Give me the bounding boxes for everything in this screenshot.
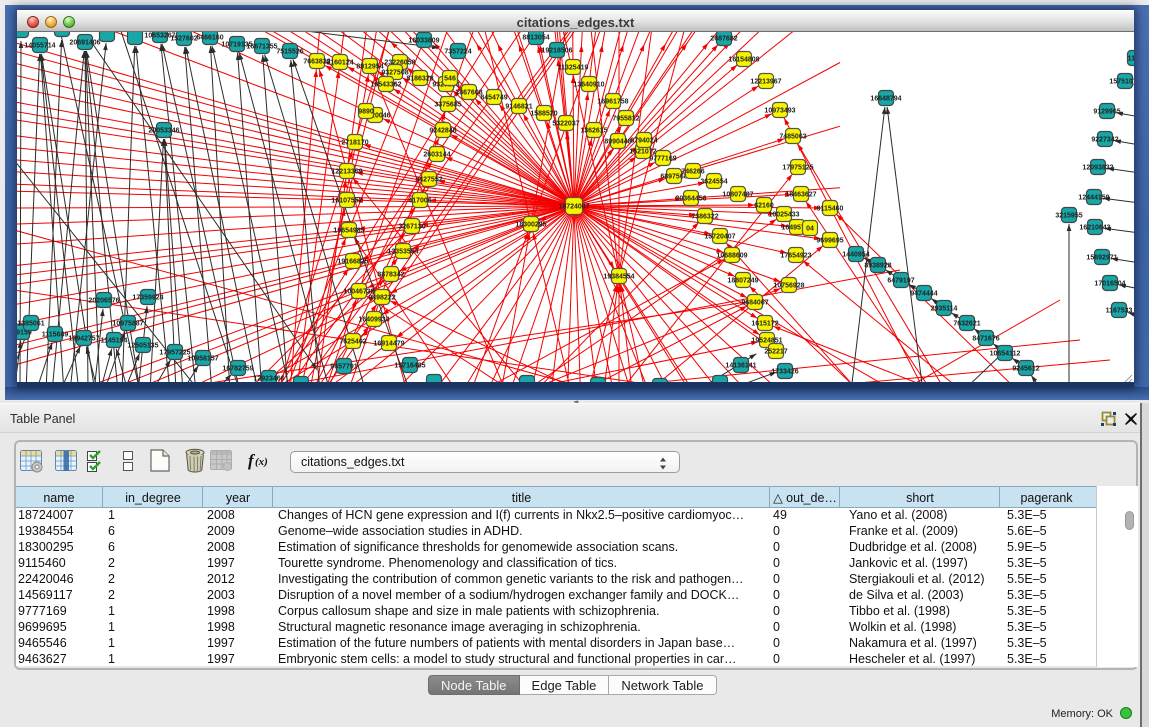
svg-text:9227342: 9227342 bbox=[1091, 136, 1118, 143]
svg-text:2935114: 2935114 bbox=[931, 305, 958, 312]
svg-text:12444159: 12444159 bbox=[1078, 194, 1109, 201]
svg-text:2603144: 2603144 bbox=[423, 151, 450, 158]
svg-text:6479197: 6479197 bbox=[887, 277, 914, 284]
svg-text:16210643: 16210643 bbox=[1079, 224, 1110, 231]
svg-text:16154808: 16154808 bbox=[728, 56, 759, 63]
svg-text:9129965: 9129965 bbox=[1093, 108, 1120, 115]
svg-text:10756928: 10756928 bbox=[773, 282, 804, 289]
svg-text:15720407: 15720407 bbox=[704, 233, 735, 240]
svg-text:9146821: 9146821 bbox=[505, 103, 532, 110]
svg-text:9890: 9890 bbox=[358, 108, 374, 115]
svg-text:10654112: 10654112 bbox=[990, 350, 1021, 357]
svg-text:9498222: 9498222 bbox=[368, 294, 395, 301]
svg-text:10973493: 10973493 bbox=[764, 107, 795, 114]
svg-text:15751074: 15751074 bbox=[1109, 78, 1134, 85]
svg-text:1733426: 1733426 bbox=[771, 368, 798, 375]
svg-text:8813054: 8813054 bbox=[522, 34, 549, 41]
svg-text:14136141: 14136141 bbox=[725, 362, 756, 369]
svg-text:9777169: 9777169 bbox=[649, 155, 676, 162]
svg-text:8990448: 8990448 bbox=[604, 138, 631, 145]
svg-text:7632621: 7632621 bbox=[953, 320, 980, 327]
svg-text:17016504: 17016504 bbox=[1094, 280, 1125, 287]
svg-text:12213369: 12213369 bbox=[331, 168, 362, 175]
svg-text:7625402: 7625402 bbox=[339, 338, 366, 345]
svg-text:18300295: 18300295 bbox=[515, 221, 546, 228]
svg-text:8454749: 8454749 bbox=[480, 94, 507, 101]
svg-text:18807249: 18807249 bbox=[727, 277, 758, 284]
svg-text:2867608: 2867608 bbox=[455, 89, 482, 96]
svg-text:1615172: 1615172 bbox=[751, 320, 778, 327]
svg-text:6794024: 6794024 bbox=[630, 137, 657, 144]
svg-text:19654985: 19654985 bbox=[333, 227, 364, 234]
svg-text:8938928: 8938928 bbox=[864, 262, 891, 269]
svg-text:04: 04 bbox=[806, 225, 814, 232]
svg-text:3624554: 3624554 bbox=[700, 178, 727, 185]
svg-text:12093832: 12093832 bbox=[1082, 164, 1113, 171]
svg-text:1362615: 1362615 bbox=[580, 127, 607, 134]
svg-text:15692971: 15692971 bbox=[1086, 254, 1117, 261]
svg-text:7485063: 7485063 bbox=[779, 133, 806, 140]
svg-text:5322037: 5322037 bbox=[552, 120, 579, 127]
svg-text:9657791: 9657791 bbox=[330, 363, 357, 370]
svg-text:2687682: 2687682 bbox=[710, 35, 737, 42]
svg-text:16107552: 16107552 bbox=[331, 197, 362, 204]
svg-text:7955812: 7955812 bbox=[612, 115, 639, 122]
svg-text:10688609: 10688609 bbox=[716, 252, 747, 259]
svg-text:746266: 746266 bbox=[681, 168, 704, 175]
svg-text:13640910: 13640910 bbox=[573, 81, 604, 88]
svg-text:11325419: 11325419 bbox=[558, 64, 589, 71]
svg-text:252217: 252217 bbox=[764, 348, 787, 355]
svg-text:17975125: 17975125 bbox=[782, 164, 813, 171]
svg-text:18724007: 18724007 bbox=[558, 203, 589, 210]
svg-text:9327508: 9327508 bbox=[381, 69, 408, 76]
svg-text:8912954: 8912954 bbox=[356, 63, 383, 70]
svg-text:3215955: 3215955 bbox=[1055, 212, 1082, 219]
svg-text:12213967: 12213967 bbox=[750, 78, 781, 85]
svg-text:9245612: 9245612 bbox=[1012, 365, 1039, 372]
svg-text:20364456: 20364456 bbox=[675, 195, 706, 202]
svg-text:(x): (x) bbox=[255, 456, 268, 468]
svg-text:417006: 417006 bbox=[408, 197, 431, 204]
svg-text:18463627: 18463627 bbox=[785, 191, 816, 198]
svg-text:16914479: 16914479 bbox=[373, 340, 404, 347]
svg-text:10025433: 10025433 bbox=[768, 211, 799, 218]
svg-text:16648794: 16648794 bbox=[870, 95, 901, 102]
svg-text:1117: 1117 bbox=[1128, 55, 1134, 62]
svg-text:17654923: 17654923 bbox=[780, 252, 811, 259]
svg-text:15716485: 15716485 bbox=[394, 362, 425, 369]
svg-text:1621072: 1621072 bbox=[629, 148, 656, 155]
svg-text:19166825: 19166825 bbox=[337, 258, 368, 265]
svg-text:9684067: 9684067 bbox=[741, 299, 768, 306]
svg-text:7386322: 7386322 bbox=[691, 213, 718, 220]
svg-text:9160124: 9160124 bbox=[326, 59, 353, 66]
svg-text:1588520: 1588520 bbox=[530, 110, 557, 117]
svg-text:3267130: 3267130 bbox=[398, 223, 425, 230]
svg-text:9699695: 9699695 bbox=[816, 237, 843, 244]
svg-text:16961758: 16961758 bbox=[597, 98, 628, 105]
svg-text:8471676: 8471676 bbox=[972, 335, 999, 342]
svg-text:19384554: 19384554 bbox=[603, 273, 634, 280]
svg-text:7357224: 7357224 bbox=[444, 48, 471, 55]
svg-text:16409934: 16409934 bbox=[358, 316, 389, 323]
svg-text:8878342: 8878342 bbox=[377, 271, 404, 278]
svg-text:16543362: 16543362 bbox=[370, 81, 401, 88]
svg-text:62160: 62160 bbox=[754, 202, 774, 209]
svg-text:8186328: 8186328 bbox=[406, 75, 433, 82]
svg-text:2718170: 2718170 bbox=[341, 139, 368, 146]
svg-text:10807487: 10807487 bbox=[722, 191, 753, 198]
svg-text:19218506: 19218506 bbox=[541, 47, 572, 54]
svg-text:16033809: 16033809 bbox=[408, 37, 439, 44]
svg-text:1440954: 1440954 bbox=[842, 251, 869, 258]
svg-text:9242848: 9242848 bbox=[429, 127, 456, 134]
svg-text:13353594: 13353594 bbox=[387, 248, 418, 255]
svg-text:9115460: 9115460 bbox=[817, 205, 844, 212]
svg-text:8427552: 8427552 bbox=[415, 176, 442, 183]
svg-text:1167533: 1167533 bbox=[1106, 307, 1133, 314]
svg-text:546: 546 bbox=[444, 75, 456, 82]
svg-text:10046738: 10046738 bbox=[343, 288, 374, 295]
svg-text:3375685: 3375685 bbox=[434, 101, 461, 108]
svg-text:9474444: 9474444 bbox=[910, 290, 937, 297]
